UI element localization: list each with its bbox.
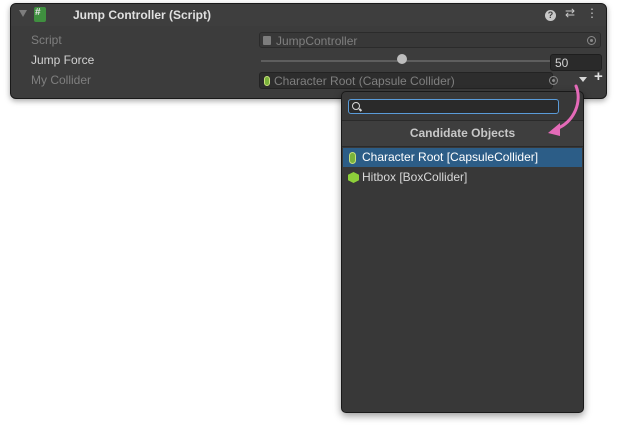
my-collider-value: Character Root (Capsule Collider) bbox=[274, 74, 455, 88]
popup-item-hitbox[interactable]: Hitbox [BoxCollider] bbox=[343, 168, 582, 187]
popup-search-field[interactable] bbox=[348, 99, 559, 114]
box-collider-icon bbox=[348, 172, 359, 183]
my-collider-field[interactable]: Character Root (Capsule Collider) bbox=[259, 72, 553, 89]
capsule-collider-icon bbox=[349, 152, 356, 164]
foldout-arrow-icon[interactable] bbox=[19, 10, 27, 17]
script-field: JumpController bbox=[259, 32, 601, 48]
popup-item-label: Hitbox [BoxCollider] bbox=[362, 170, 468, 184]
popup-search-input[interactable] bbox=[365, 100, 555, 113]
annotation-arrow bbox=[548, 84, 580, 136]
script-label: Script bbox=[31, 33, 62, 47]
more-options-icon[interactable]: ⋮ bbox=[586, 6, 598, 20]
add-icon[interactable]: + bbox=[594, 68, 603, 85]
help-icon[interactable]: ? bbox=[545, 10, 556, 21]
popup-item-label: Character Root [CapsuleCollider] bbox=[362, 150, 539, 164]
search-icon bbox=[352, 102, 360, 110]
object-picker-icon bbox=[587, 36, 596, 45]
component-header[interactable]: # Jump Controller (Script) ? ⇄ ⋮ bbox=[11, 4, 606, 26]
inspector-component: # Jump Controller (Script) ? ⇄ ⋮ Script … bbox=[10, 3, 607, 99]
script-value: JumpController bbox=[276, 34, 358, 48]
my-collider-label: My Collider bbox=[31, 73, 92, 87]
capsule-collider-icon bbox=[264, 76, 270, 86]
presets-icon[interactable]: ⇄ bbox=[565, 6, 575, 20]
jump-force-slider-knob[interactable] bbox=[397, 54, 407, 64]
jump-force-value: 50 bbox=[555, 56, 569, 70]
component-title: Jump Controller (Script) bbox=[73, 8, 212, 22]
popup-item-character-root[interactable]: Character Root [CapsuleCollider] bbox=[343, 148, 582, 167]
jump-force-label: Jump Force bbox=[31, 53, 95, 67]
script-file-icon: # bbox=[34, 7, 46, 22]
script-asset-icon bbox=[263, 36, 271, 45]
